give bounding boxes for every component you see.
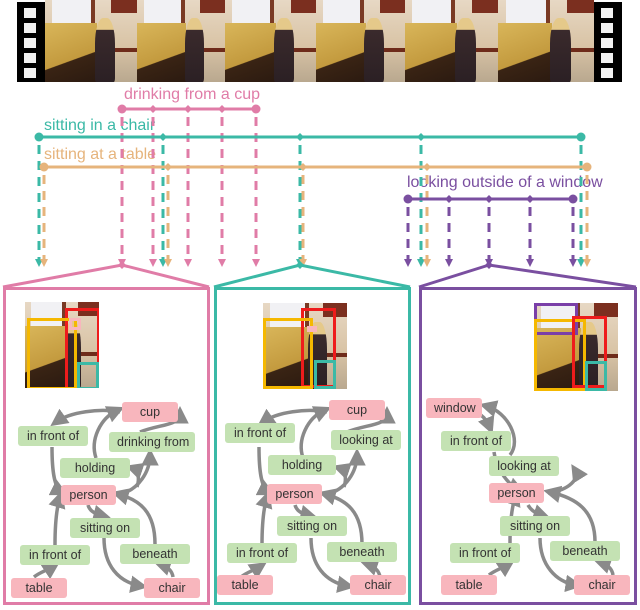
node-beneath: beneath	[327, 542, 397, 562]
edge	[487, 560, 515, 578]
edge	[86, 504, 111, 522]
edge	[153, 559, 175, 578]
node-in-front-of-top: in front of	[225, 423, 295, 443]
edge	[32, 562, 60, 580]
edge	[299, 406, 332, 459]
node-beneath: beneath	[550, 541, 620, 561]
node-holding: holding	[60, 458, 130, 478]
edge	[125, 463, 145, 488]
node-chair: chair	[574, 575, 630, 595]
node-person: person	[61, 485, 116, 505]
node-table: table	[217, 575, 273, 595]
node-table: table	[11, 578, 67, 598]
node-table: table	[441, 575, 497, 595]
node-person: person	[489, 483, 544, 503]
node-holding: holding	[268, 455, 336, 475]
node-chair: chair	[144, 578, 200, 598]
edge	[255, 490, 273, 546]
node-in-front-of-bottom: in front of	[227, 543, 297, 563]
node-action-relation: drinking from	[109, 432, 195, 452]
node-chair: chair	[350, 575, 406, 595]
node-sitting-on: sitting on	[70, 518, 140, 538]
node-person: person	[267, 484, 322, 504]
edge	[332, 463, 352, 488]
node-cup: cup	[122, 402, 178, 422]
edge	[48, 490, 66, 546]
node-in-front-of-top: in front of	[18, 426, 88, 446]
node-beneath: beneath	[120, 544, 190, 564]
node-window: window	[426, 398, 482, 418]
node-in-front-of-bottom: in front of	[450, 543, 520, 563]
node-in-front-of-bottom: in front of	[20, 545, 90, 565]
node-cup: cup	[329, 400, 385, 420]
edge	[293, 504, 318, 522]
node-action-relation: looking at	[331, 430, 401, 450]
node-sitting-on: sitting on	[500, 516, 570, 536]
node-in-front-of-top: in front of	[441, 431, 511, 451]
edge	[526, 504, 551, 521]
node-sitting-on: sitting on	[277, 516, 347, 536]
edge	[593, 557, 615, 576]
node-action-relation: looking at	[489, 456, 559, 476]
